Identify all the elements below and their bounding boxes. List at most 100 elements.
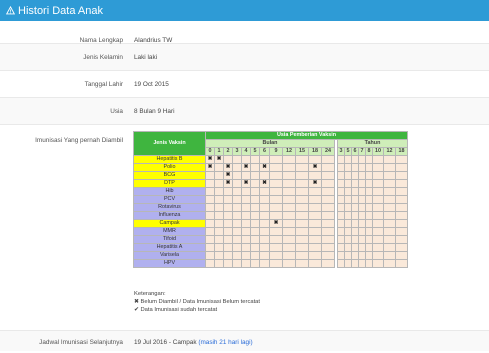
vaccine-row: Campak ✖ [133,219,408,228]
schedule-cell [241,195,251,204]
schedule-cell [358,235,366,244]
schedule-cell [351,163,359,172]
schedule-cell [337,163,345,172]
schedule-cell [337,243,345,252]
schedule-cell [337,171,345,180]
schedule-cell [358,171,366,180]
schedule-cell [365,227,373,236]
schedule-cell [214,195,224,204]
schedule-cell [351,227,359,236]
schedule-cell: ✖ [241,179,251,188]
schedule-cell [241,219,251,228]
schedule-cell: ✖ [308,163,322,172]
jadwal-date-vaccine: 19 Jul 2016 - Campak [134,339,197,346]
vaccine-name: Varisela [133,251,206,260]
schedule-cell [282,187,296,196]
schedule-cell [214,179,224,188]
schedule-cell [295,227,309,236]
schedule-cell [351,235,359,244]
schedule-cell: ✖ [308,179,322,188]
schedule-cell [358,211,366,220]
schedule-cell [205,195,215,204]
schedule-cell [269,155,283,164]
bulan-col-header: 1 [214,147,224,156]
schedule-cell [282,259,296,268]
schedule-cell [344,235,352,244]
schedule-cell [308,211,322,220]
schedule-cell [344,243,352,252]
schedule-cell [383,259,396,268]
schedule-cell [321,155,335,164]
field-row-jenis-kelamin: Jenis Kelamin Laki laki [0,44,489,71]
schedule-cell [365,219,373,228]
schedule-cell [344,171,352,180]
tahun-col-header: 18 [395,147,408,156]
schedule-cell [295,235,309,244]
schedule-cell [358,187,366,196]
schedule-cell [232,243,242,252]
schedule-cell [365,179,373,188]
schedule-cell [223,235,233,244]
schedule-cell [269,211,283,220]
schedule-cell [395,227,408,236]
schedule-cell [372,251,384,260]
schedule-cell [214,227,224,236]
schedule-cell [223,219,233,228]
schedule-cell [372,179,384,188]
schedule-cell [344,259,352,268]
schedule-cell [395,235,408,244]
jadwal-remaining-link[interactable]: (masih 21 hari lagi) [198,339,252,346]
schedule-cell [295,243,309,252]
schedule-cell [269,179,283,188]
schedule-cell [241,155,251,164]
schedule-cell [241,187,251,196]
vaccine-row: Polio ✖ ✖ ✖ ✖ ✖ [133,163,408,172]
schedule-cell [241,235,251,244]
schedule-cell: ✖ [269,219,283,228]
schedule-cell [372,227,384,236]
schedule-cell [365,251,373,260]
schedule-cell [321,235,335,244]
schedule-cell [358,179,366,188]
vaccine-name: Campak [133,219,206,228]
schedule-cell [295,251,309,260]
schedule-cell [295,195,309,204]
tahun-col-header: 8 [365,147,373,156]
schedule-cell [205,243,215,252]
schedule-cell [358,219,366,228]
schedule-cell [259,195,270,204]
schedule-cell [250,195,260,204]
schedule-cell [351,179,359,188]
schedule-cell [395,219,408,228]
schedule-cell [383,187,396,196]
schedule-cell [205,171,215,180]
cross-icon: ✖ [262,164,267,171]
schedule-cell [250,219,260,228]
vaccine-row: Hepatitis A [133,243,408,252]
schedule-cell [205,179,215,188]
schedule-cell [321,163,335,172]
vaccine-name: HPV [133,259,206,268]
cross-icon: ✖ [243,180,249,187]
panel-header: Histori Data Anak [0,0,489,21]
schedule-cell [337,203,345,212]
schedule-cell [395,179,408,188]
schedule-cell [250,187,260,196]
bulan-col-header: 0 [205,147,215,156]
schedule-cell [395,243,408,252]
schedule-cell [308,187,322,196]
schedule-cell [321,251,335,260]
schedule-cell [269,259,283,268]
schedule-cell [308,171,322,180]
schedule-cell [321,219,335,228]
vaccine-row: Hib [133,187,408,196]
schedule-cell [351,171,359,180]
schedule-cell [232,155,242,164]
schedule-cell [259,251,270,260]
vaccine-name: Hepatitis A [133,243,206,252]
schedule-cell [205,251,215,260]
vaccine-name: MMR [133,227,206,236]
schedule-cell [395,163,408,172]
vaccine-name: Tifoid [133,235,206,244]
schedule-cell [372,259,384,268]
